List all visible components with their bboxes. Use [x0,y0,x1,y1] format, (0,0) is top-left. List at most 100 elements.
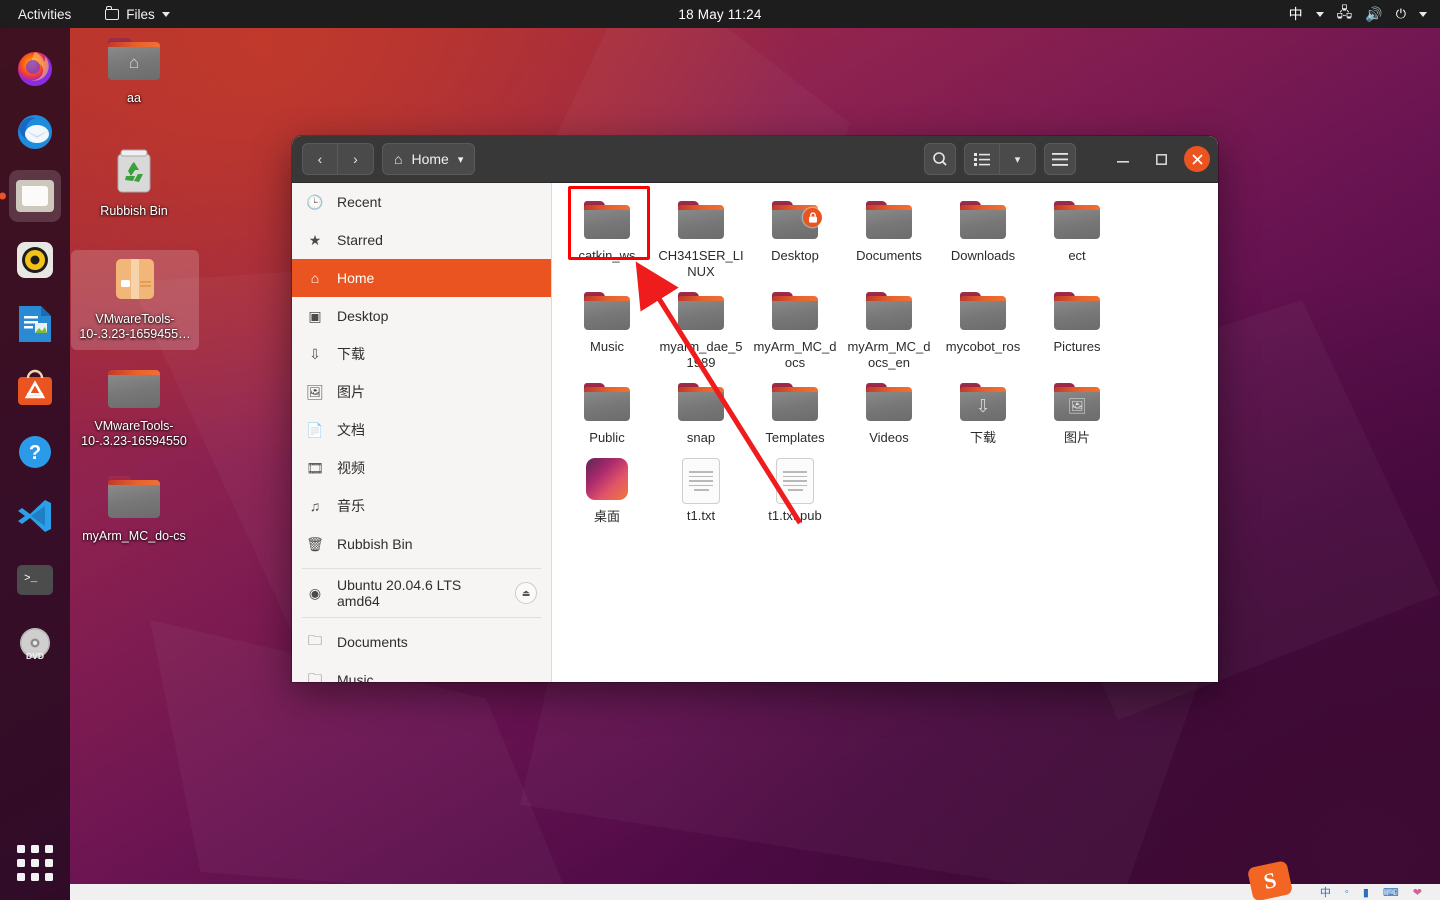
dock-item-ubuntu-software[interactable] [9,362,61,414]
file-name: Videos [869,430,909,445]
sidebar-item-downloads[interactable]: ⇩ 下载 [292,335,551,373]
sidebar-item-label: Recent [337,194,382,210]
show-applications-button[interactable] [16,844,54,882]
desktop-icon-myarm-docs[interactable]: myArm_MC_do-cs [70,470,198,552]
file-item-mycobot-ros[interactable]: mycobot_ros [936,286,1030,375]
maximize-icon [1155,153,1167,165]
sidebar-item-music[interactable]: ♫ 音乐 [292,487,551,525]
ime-mode-icon[interactable]: ◦ [1345,886,1349,898]
file-item-downloads-zh[interactable]: ⇩ 下载 [936,377,1030,450]
list-view-icon [974,153,990,166]
text-line [783,480,807,482]
text-line [689,480,713,482]
file-item-catkin-ws[interactable]: catkin_ws [560,195,654,284]
sidebar-item-videos[interactable]: 🎞 视频 [292,449,551,487]
sidebar-item-recent[interactable]: 🕒 Recent [292,183,551,221]
close-button[interactable] [1184,146,1210,172]
file-item-snap[interactable]: snap [654,377,748,450]
sidebar-item-documents[interactable]: 📄 文档 [292,411,551,449]
file-item-ect[interactable]: ect [1030,195,1124,284]
grid-dot [17,859,25,867]
dock-item-thunderbird[interactable] [9,106,61,158]
trash-icon: 🗑 [306,535,324,552]
desktop-icon-aa[interactable]: ⌂ aa [70,32,198,114]
sidebar-item-bookmark-music[interactable]: 🗀 Music [292,661,551,682]
file-item-ch341ser-linux[interactable]: CH341SER_LINUX [654,195,748,284]
dock-item-dvd-drive[interactable]: DVD [9,618,61,670]
ime-keyboard-icon[interactable]: ⌨ [1383,886,1399,899]
dock-item-rhythmbox[interactable] [9,234,61,286]
folder-icon: ⇩ [960,383,1006,421]
eject-button[interactable]: ⏏ [515,582,537,604]
chevron-down-icon[interactable]: ▾ [458,153,464,166]
folder-icon [772,292,818,330]
desktop-icon-rubbish-bin[interactable]: Rubbish Bin [70,140,198,227]
file-item-myarm-dae[interactable]: myarm_dae_51989 [654,286,748,375]
dock-item-firefox[interactable] [9,42,61,94]
text-file-icon [682,458,720,504]
file-item-pictures[interactable]: Pictures [1030,286,1124,375]
sidebar-item-bookmark-documents[interactable]: 🗀 Documents [292,623,551,661]
desktop-icon-vmware-archive[interactable]: VMwareTools-10-.3.23-1659455… [71,250,199,350]
file-item-myarm-mc-docs[interactable]: myArm_MC_docs [748,286,842,375]
file-name: t1.txt [686,508,716,523]
sidebar-item-rubbish-bin[interactable]: 🗑 Rubbish Bin [292,525,551,563]
ime-voice-icon[interactable]: ▮ [1363,886,1369,899]
file-item-documents[interactable]: Documents [842,195,936,284]
places-sidebar[interactable]: 🕒 Recent ★ Starred ⌂ Home ▣ Desktop ⇩ 下载… [292,183,552,682]
home-icon: ⌂ [394,151,403,167]
sidebar-item-ubuntu-disc[interactable]: ◉ Ubuntu 20.04.6 LTS amd64 ⏏ [292,574,551,612]
firefox-icon [18,52,52,86]
ime-settings-icon[interactable]: ❤ [1413,886,1422,899]
search-button[interactable] [924,143,956,175]
close-icon [1191,153,1203,165]
grid-dot [31,859,39,867]
file-item-t1-txt[interactable]: t1.txt [654,452,748,529]
search-icon [933,152,947,166]
file-item-music[interactable]: Music [560,286,654,375]
dock-item-vscode[interactable] [9,490,61,542]
desktop-icon-vmware-folder[interactable]: VMwareTools-10-.3.23-16594550 [70,360,198,457]
file-name: Pictures [1053,339,1101,354]
file-item-pictures-zh[interactable]: 🖼 图片 [1030,377,1124,450]
sidebar-item-home[interactable]: ⌂ Home [292,259,551,297]
dock-item-terminal[interactable]: >_ [9,554,61,606]
dock-item-libreoffice-writer[interactable] [9,298,61,350]
sogou-ime-logo[interactable]: S [1246,860,1294,900]
folder-outline-icon: 🗀 [308,670,322,682]
path-bar-home[interactable]: ⌂ Home ▾ [382,143,476,175]
list-view-button[interactable] [964,143,1000,175]
sidebar-item-desktop[interactable]: ▣ Desktop [292,297,551,335]
file-view[interactable]: catkin_ws CH341SER_LINUX Desktop Documen… [552,183,1218,682]
file-item-t1-txt-pub[interactable]: t1.txt.pub [748,452,842,529]
folder-icon [866,201,912,239]
file-item-templates[interactable]: Templates [748,377,842,450]
dock-item-help[interactable]: ? [9,426,61,478]
minimize-button[interactable] [1108,144,1138,174]
file-name: 下载 [969,430,996,445]
view-options-button[interactable]: ▾ [1000,143,1036,175]
file-item-desktop[interactable]: Desktop [748,195,842,284]
dock-item-files[interactable] [9,170,61,222]
file-item-public[interactable]: Public [560,377,654,450]
file-name: myarm_dae_51989 [659,339,743,370]
forward-button[interactable]: › [338,143,374,175]
main-menu-button[interactable] [1044,143,1076,175]
file-item-desktop-zh[interactable]: 桌面 [560,452,654,529]
file-item-videos[interactable]: Videos [842,377,936,450]
file-item-myarm-mc-docs-en[interactable]: myArm_MC_docs_en [842,286,936,375]
back-button[interactable]: ‹ [302,143,338,175]
sidebar-item-starred[interactable]: ★ Starred [292,221,551,259]
sidebar-item-pictures[interactable]: 🖼 图片 [292,373,551,411]
ime-chinese-icon[interactable]: 中 [1320,884,1331,900]
svg-text:?: ? [29,442,41,464]
file-name: snap [686,430,716,445]
file-item-downloads[interactable]: Downloads [936,195,1030,284]
grid-dot [31,873,39,881]
grid-dot [45,873,53,881]
clock[interactable]: 18 May 11:24 [0,7,1440,22]
grid-dot [31,845,39,853]
folder-icon [772,383,818,421]
ime-tray: 中 ◦ ▮ ⌨ ❤ [70,884,1440,900]
maximize-button[interactable] [1146,144,1176,174]
